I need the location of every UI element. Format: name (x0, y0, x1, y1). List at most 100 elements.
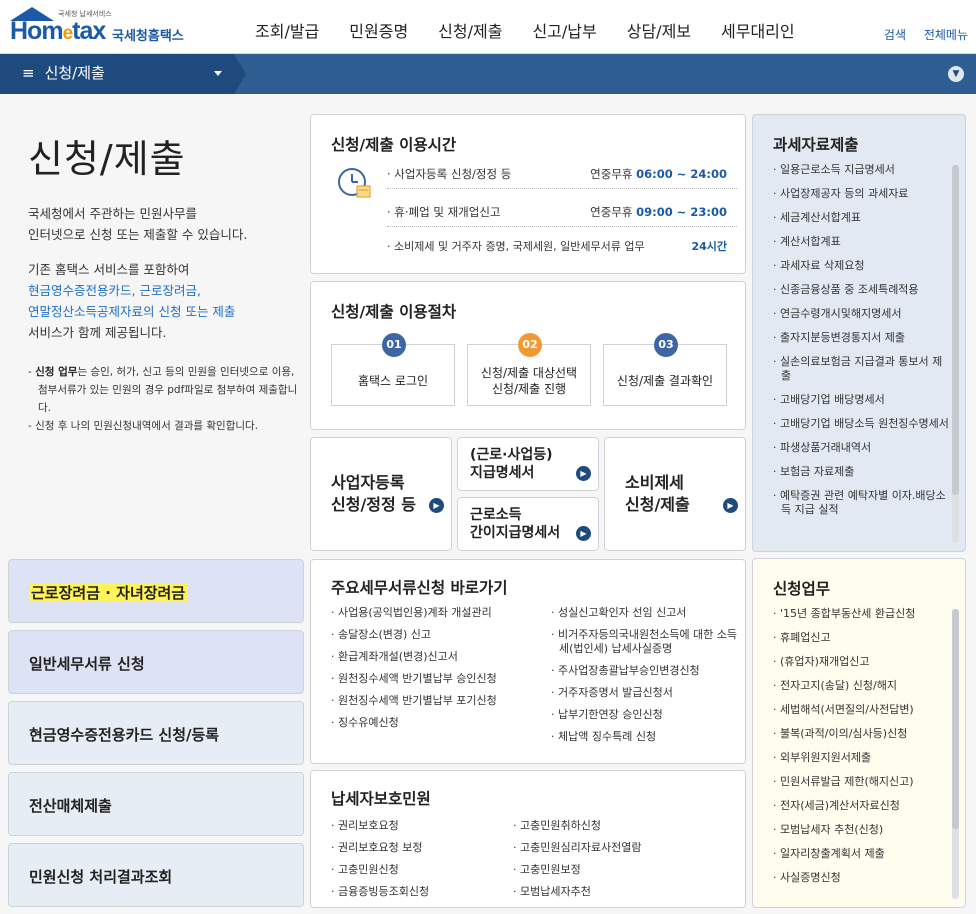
step-result: 03 신청/제출 결과확인 (603, 333, 727, 406)
hamburger-icon: ≡ (22, 64, 35, 82)
simple-payment-statement-tile[interactable]: 근로소득 간이지급명세서 ▶ (457, 497, 599, 551)
list-item[interactable]: 사업용(공익법인용)계좌 개설관리 (331, 606, 551, 620)
left-menu-electronic-media[interactable]: 전산매체제출 (8, 772, 304, 836)
list-item[interactable]: 신종금융상품 중 조세특례적용 (773, 283, 949, 297)
list-item[interactable]: 징수유예신청 (331, 716, 551, 730)
service-hours-box: 신청/제출 이용시간 · 사업자등록 신청/정정 등 연중무휴 06:00 ~ 2… (310, 114, 746, 274)
list-item[interactable]: 과세자료 삭제요청 (773, 259, 949, 273)
list-item[interactable]: 세법해석(서면질의/사전답변) (773, 703, 949, 717)
step-select: 02 신청/제출 대상선택 신청/제출 진행 (467, 333, 591, 406)
apply-list: '15년 종합부동산세 환급신청휴폐업신고 (휴업자)재개업신고전자고지(송달) … (773, 607, 949, 895)
list-item[interactable]: 권리보호요청 (331, 819, 511, 833)
list-item[interactable]: 모범납세자추천 (513, 885, 733, 899)
list-item[interactable]: 체납액 징수특례 신청 (551, 730, 741, 744)
list-item[interactable]: 전자고지(송달) 신청/해지 (773, 679, 949, 693)
hours-title: 신청/제출 이용시간 (331, 136, 457, 154)
list-item[interactable]: 고배당기업 배당명세서 (773, 393, 949, 407)
tax-data-title: 과세자료제출 (773, 136, 859, 154)
list-item[interactable]: 비거주자등의국내원천소득에 대한 소득세(법인세) 납세사실증명 (551, 628, 741, 656)
chevron-down-icon[interactable]: ▼ (948, 66, 964, 82)
nav-report-pay[interactable]: 신고/납부 (532, 18, 596, 42)
scrollbar-thumb[interactable] (952, 609, 959, 829)
hours-row: · 소비제세 및 거주자 증명, 국제세원, 일반세무서류 업무 24시간 (387, 240, 727, 253)
list-item[interactable]: 전자(세금)계산서자료신청 (773, 799, 949, 813)
list-item[interactable]: (휴업자)재개업신고 (773, 655, 949, 669)
list-item[interactable]: 납부기한연장 승인신청 (551, 708, 741, 722)
left-menu-cash-receipt-card[interactable]: 현금영수증전용카드 신청/등록 (8, 701, 304, 765)
list-item[interactable]: 일용근로소득 지급명세서 (773, 163, 949, 177)
list-item[interactable]: 일자리창출계획서 제출 (773, 847, 949, 861)
nav-certificates[interactable]: 민원증명 (349, 18, 408, 42)
logo-wordmark: Hometax (10, 17, 106, 45)
list-item[interactable]: 고충민원보정 (513, 863, 733, 877)
list-item[interactable]: 휴폐업신고 (773, 631, 949, 645)
apply-title: 신청업무 (773, 580, 831, 598)
list-item[interactable]: 연금수령개시및해지명세서 (773, 307, 949, 321)
list-item[interactable]: 파생상품거래내역서 (773, 441, 949, 455)
list-item[interactable]: 민원서류발급 제한(해지신고) (773, 775, 949, 789)
list-item[interactable]: 출자지분등변경통지서 제출 (773, 331, 949, 345)
list-item[interactable]: 사업장제공자 등의 과세자료 (773, 187, 949, 201)
consumption-tax-tile[interactable]: 소비제세 신청/제출 ▶ (604, 437, 746, 551)
list-item[interactable]: '15년 종합부동산세 환급신청 (773, 607, 949, 621)
step-label: 신청/제출 대상선택 신청/제출 진행 (480, 366, 578, 396)
list-item[interactable]: 외부위원지원서제출 (773, 751, 949, 765)
list-item[interactable]: 실손의료보험금 지급결과 통보서 제출 (773, 355, 949, 383)
payment-statement-tile[interactable]: (근로·사업등) 지급명세서 ▶ (457, 437, 599, 491)
scrollbar[interactable] (952, 165, 959, 543)
taxpayer-protection-box: 납세자보호민원 권리보호요청권리보호요청 보정고충민원신청금융증빙등조회신청 고… (310, 770, 746, 908)
major-documents-box: 주요세무서류신청 바로가기 사업용(공익법인용)계좌 개설관리송달장소(변경) … (310, 559, 746, 764)
list-item[interactable]: 예탁증권 관련 예탁자별 이자.배당소득 지급 실적 (773, 489, 949, 517)
clock-calendar-icon (338, 168, 371, 198)
step-number: 01 (382, 333, 406, 357)
docs-title: 주요세무서류신청 바로가기 (331, 579, 508, 597)
nav-apply[interactable]: 신청/제출 (438, 18, 502, 42)
list-item[interactable]: 불복(과적/이의/심사등)신청 (773, 727, 949, 741)
search-link[interactable]: 검색 (884, 28, 906, 42)
left-menu-earned-income-credit[interactable]: 근로장려금 · 자녀장려금 (8, 559, 304, 623)
list-item[interactable]: 거주자증명서 발급신청서 (551, 686, 741, 700)
all-menu-link[interactable]: 전체메뉴 (924, 28, 968, 42)
arrow-right-icon: ▶ (576, 466, 591, 481)
list-item[interactable]: 고충민원심리자료사전열람 (513, 841, 733, 855)
list-item[interactable]: 송달장소(변경) 신고 (331, 628, 551, 642)
list-item[interactable]: 고충민원취하신청 (513, 819, 733, 833)
list-item[interactable]: 원천징수세액 반기별납부 포기신청 (331, 694, 551, 708)
intro-services: 기존 홈택스 서비스를 포함하여 현금영수증전용카드, 근로장려금, 연말정산소득공… (28, 262, 236, 340)
arrow-right-icon: ▶ (576, 526, 591, 541)
step-number: 03 (654, 333, 678, 357)
hometax-logo[interactable]: 국세청 납세서비스 Hometax 국세청홈택스 (8, 5, 198, 49)
list-item[interactable]: 고충민원신청 (331, 863, 511, 877)
list-item[interactable]: 성실신고확인자 선임 신고서 (551, 606, 741, 620)
note-item: - 신청 후 나의 민원신청내역에서 결과를 확인합니다. (28, 420, 259, 432)
tax-data-list: 일용근로소득 지급명세서사업장제공자 등의 과세자료세금계산서합계표계산서합계표… (773, 163, 949, 527)
hours-row: · 사업자등록 신청/정정 등 연중무휴 06:00 ~ 24:00 (387, 159, 737, 189)
list-item[interactable]: 원천징수세액 반기별납부 승인신청 (331, 672, 551, 686)
list-item[interactable]: 계산서합계표 (773, 235, 949, 249)
breadcrumb[interactable]: ≡ 신청/제출 (0, 54, 246, 94)
page-title: 신청/제출 (28, 137, 186, 181)
breadcrumb-label: 신청/제출 (44, 64, 105, 82)
utility-links: 검색 전체메뉴 (870, 26, 968, 43)
list-item[interactable]: 사실증명신청 (773, 871, 949, 885)
nav-agent[interactable]: 세무대리인 (721, 18, 795, 42)
list-item[interactable]: 금융증빙등조회신청 (331, 885, 511, 899)
procedure-box: 신청/제출 이용절차 01 홈택스 로그인 02 신청/제출 대상선택 신청/제출… (310, 281, 746, 430)
step-login: 01 홈택스 로그인 (331, 333, 455, 406)
left-menu-result-inquiry[interactable]: 민원신청 처리결과조회 (8, 843, 304, 907)
list-item[interactable]: 모범납세자 추천(신청) (773, 823, 949, 837)
left-menu-general-documents[interactable]: 일반세무서류 신청 (8, 630, 304, 694)
list-item[interactable]: 세금계산서합계표 (773, 211, 949, 225)
list-item[interactable]: 고배당기업 배당소득 원천징수명세서 (773, 417, 949, 431)
nav-consult[interactable]: 상담/제보 (627, 18, 691, 42)
list-item[interactable]: 보험금 자료제출 (773, 465, 949, 479)
business-registration-tile[interactable]: 사업자등록 신청/정정 등 ▶ (310, 437, 452, 551)
scrollbar-thumb[interactable] (952, 165, 959, 495)
list-item[interactable]: 환급계좌개설(변경)신고서 (331, 650, 551, 664)
list-item[interactable]: 주사업장총괄납부승인변경신청 (551, 664, 741, 678)
scrollbar[interactable] (952, 609, 959, 899)
step-label: 홈택스 로그인 (357, 374, 429, 388)
list-item[interactable]: 권리보호요청 보정 (331, 841, 511, 855)
nav-inquiry[interactable]: 조회/발급 (255, 18, 319, 42)
header: 국세청 납세서비스 Hometax 국세청홈택스 조회/발급 민원증명 신청/제… (0, 0, 976, 54)
